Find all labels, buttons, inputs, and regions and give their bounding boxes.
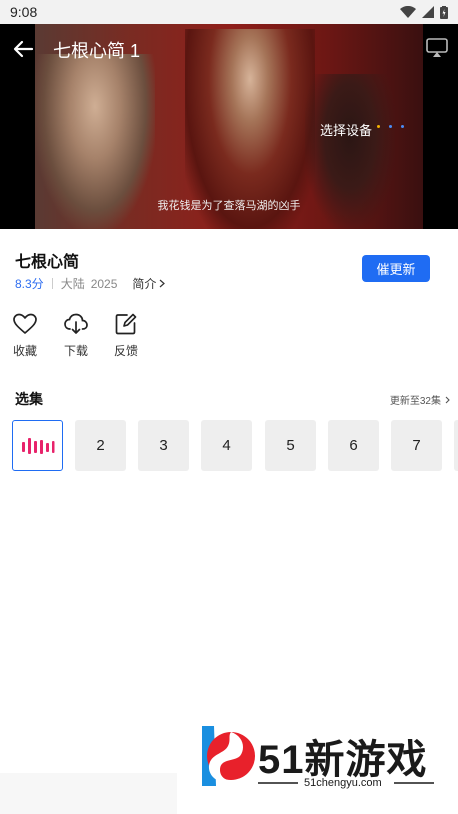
episode-item[interactable]: 6 bbox=[328, 420, 379, 471]
loading-dot bbox=[389, 125, 392, 128]
show-region: 大陆 bbox=[60, 277, 85, 291]
video-subtitle: 我花钱是为了查落马湖的凶手 bbox=[157, 200, 301, 212]
loading-dot bbox=[377, 125, 380, 128]
urge-update-button[interactable]: 催更新 bbox=[362, 255, 430, 282]
select-device-label[interactable]: 选择设备 bbox=[320, 120, 372, 139]
download-cloud-icon bbox=[64, 313, 88, 334]
status-bar: 9:08 bbox=[0, 0, 458, 24]
favorite-button[interactable]: 收藏 bbox=[5, 311, 45, 359]
video-player[interactable]: 我花钱是为了查落马湖的凶手 七根心简 1 选择设备 bbox=[0, 24, 458, 229]
episodes-header: 选集 更新至32集 bbox=[15, 389, 455, 409]
intro-link[interactable]: 简介 bbox=[132, 275, 166, 292]
episodes-title: 选集 bbox=[15, 391, 43, 407]
heart-icon bbox=[13, 313, 37, 334]
loading-dots bbox=[377, 125, 404, 128]
favorite-label: 收藏 bbox=[12, 344, 37, 358]
intro-label: 简介 bbox=[132, 277, 157, 291]
chevron-right-icon bbox=[445, 396, 450, 403]
download-label: 下载 bbox=[63, 344, 88, 358]
player-title: 七根心简 1 bbox=[53, 41, 141, 61]
episode-item[interactable]: 3 bbox=[138, 420, 189, 471]
show-score: 8.3分 bbox=[15, 277, 44, 291]
download-button[interactable]: 下载 bbox=[56, 311, 96, 359]
now-playing-bars-icon bbox=[21, 437, 54, 454]
show-meta: 8.3分 大陆 2025 简介 bbox=[15, 275, 166, 292]
episode-item[interactable]: 5 bbox=[265, 420, 316, 471]
watermark: 51新游戏 51chengyu.com bbox=[196, 720, 436, 795]
episodes-more-label: 更新至32集 bbox=[389, 396, 441, 407]
show-year: 2025 bbox=[90, 276, 118, 291]
status-time: 9:08 bbox=[10, 4, 38, 20]
episode-item[interactable]: 2 bbox=[75, 420, 126, 471]
edit-feedback-icon bbox=[115, 313, 137, 335]
episode-item[interactable]: 4 bbox=[201, 420, 252, 471]
feedback-button[interactable]: 反馈 bbox=[106, 311, 146, 359]
show-title: 七根心简 bbox=[15, 254, 80, 271]
back-arrow-icon[interactable] bbox=[12, 38, 34, 60]
watermark-domain: 51chengyu.com bbox=[304, 777, 382, 789]
episode-item[interactable]: 7 bbox=[391, 420, 442, 471]
loading-dot bbox=[401, 125, 404, 128]
wifi-icon bbox=[400, 6, 416, 18]
watermark-logo bbox=[202, 726, 255, 786]
chevron-right-icon bbox=[160, 279, 166, 288]
feedback-label: 反馈 bbox=[113, 344, 138, 358]
action-bar: 收藏 下载 反馈 bbox=[0, 311, 458, 361]
episodes-more-link[interactable]: 更新至32集 bbox=[390, 392, 450, 407]
episode-list[interactable]: 2 3 4 5 6 7 bbox=[12, 420, 458, 471]
episode-item-partial[interactable] bbox=[454, 420, 458, 471]
battery-icon bbox=[440, 5, 448, 19]
episode-current[interactable] bbox=[12, 420, 63, 471]
system-icons bbox=[400, 5, 448, 19]
bottom-bar bbox=[0, 773, 177, 814]
meta-divider bbox=[51, 278, 53, 289]
signal-icon bbox=[422, 6, 434, 18]
cast-screen-icon[interactable] bbox=[426, 38, 448, 58]
